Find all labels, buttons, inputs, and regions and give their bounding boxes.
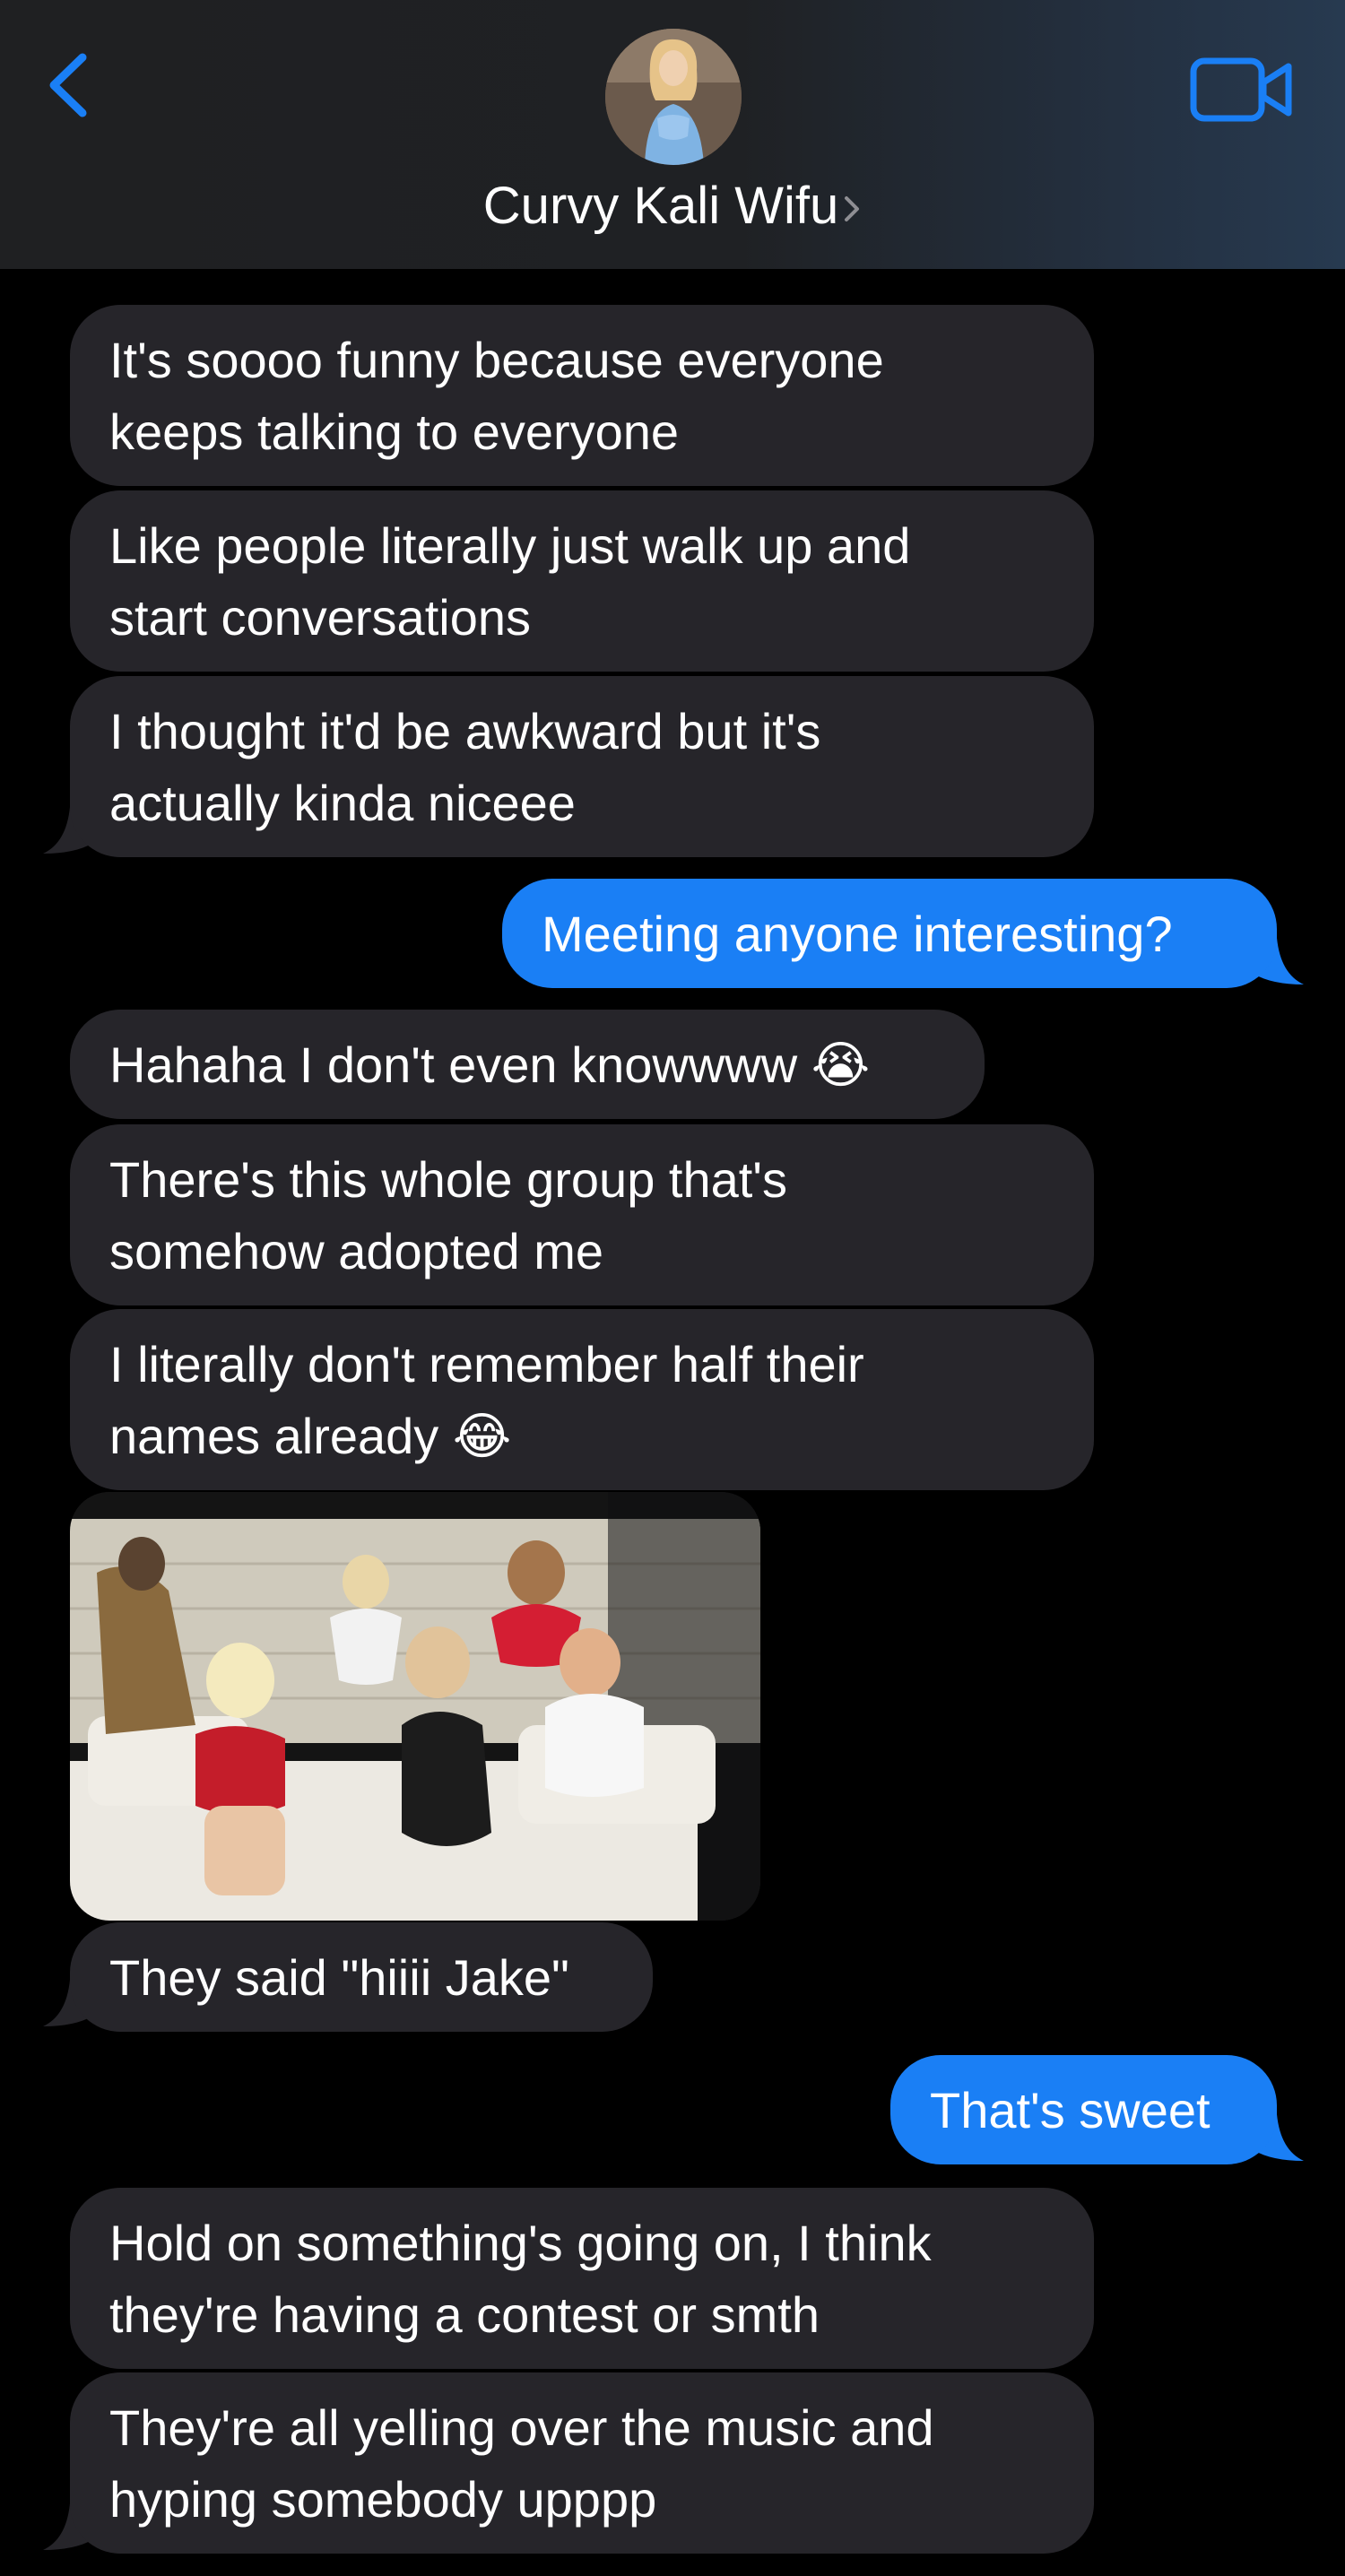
message-line: Like people literally just walk up and [109, 517, 911, 574]
message-line: names already 😂 [109, 1408, 512, 1464]
message-line: There's this whole group that's [109, 1151, 787, 1208]
received-message[interactable]: I literally don't remember half their na… [70, 1309, 1094, 1490]
message-line: I literally don't remember half their [109, 1336, 864, 1392]
conversation-header: Curvy Kali Wifu [0, 0, 1345, 269]
message-line: Hold on something's going on, I think [109, 2215, 932, 2271]
chevron-left-icon [49, 53, 87, 117]
message-line: They're all yelling over the music and [109, 2399, 934, 2456]
message-line: somehow adopted me [109, 1223, 604, 1279]
chevron-right-icon [842, 174, 862, 246]
received-message[interactable]: Hahaha I don't even knowwww 😭 [70, 1010, 985, 1119]
message-line: keeps talking to everyone [109, 403, 680, 460]
received-message[interactable]: Like people literally just walk up and s… [70, 490, 1094, 672]
received-message[interactable]: There's this whole group that's somehow … [70, 1124, 1094, 1305]
contact-name-button[interactable]: Curvy Kali Wifu [0, 170, 1345, 246]
message-line: actually kinda niceee [109, 775, 576, 831]
video-camera-icon [1190, 57, 1292, 122]
avatar-photo [605, 29, 742, 165]
sent-message[interactable]: Meeting anyone interesting? [502, 879, 1277, 988]
message-line: they're having a contest or smth [109, 2286, 820, 2343]
back-button[interactable] [41, 45, 95, 126]
message-line: Hahaha I don't even knowwww 😭 [109, 1036, 871, 1093]
message-line: They said "hiiii Jake" [109, 1949, 569, 2006]
message-line: Meeting anyone interesting? [542, 906, 1173, 962]
message-line: That's sweet [930, 2082, 1210, 2138]
received-message[interactable]: It's soooo funny because everyone keeps … [70, 305, 1094, 486]
message-line: start conversations [109, 589, 531, 646]
message-line: It's soooo funny because everyone [109, 332, 884, 388]
message-line: hyping somebody upppp [109, 2471, 657, 2528]
received-message[interactable]: They're all yelling over the music and h… [70, 2372, 1094, 2554]
received-message[interactable]: Hold on something's going on, I think th… [70, 2188, 1094, 2369]
video-call-button[interactable] [1188, 54, 1296, 126]
contact-name: Curvy Kali Wifu [482, 177, 839, 235]
received-message[interactable]: They said "hiiii Jake" [70, 1922, 653, 2032]
contact-avatar[interactable] [605, 29, 742, 165]
photo-image [70, 1492, 760, 1921]
sent-message[interactable]: That's sweet [890, 2055, 1277, 2164]
received-message[interactable]: I thought it'd be awkward but it's actua… [70, 676, 1094, 857]
photo-attachment[interactable] [70, 1492, 760, 1921]
message-line: I thought it'd be awkward but it's [109, 703, 821, 759]
